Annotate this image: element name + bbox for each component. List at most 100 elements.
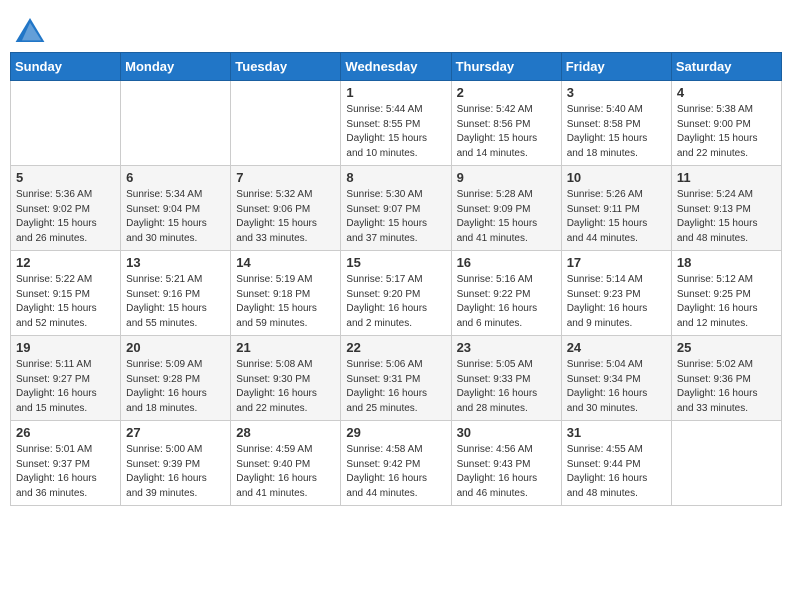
cell-content: Sunrise: 5:28 AM Sunset: 9:09 PM Dayligh… xyxy=(457,188,556,246)
day-number: 21 xyxy=(236,340,335,355)
day-number: 5 xyxy=(16,170,115,185)
calendar-week-row: 1 Sunrise: 5:44 AM Sunset: 8:55 PM Daylig… xyxy=(11,81,782,166)
calendar-cell: 6 Sunrise: 5:34 AM Sunset: 9:04 PM Daylig… xyxy=(121,166,231,251)
cell-content: Sunrise: 5:11 AM Sunset: 9:27 PM Dayligh… xyxy=(16,358,115,416)
cell-content: Sunrise: 5:17 AM Sunset: 9:20 PM Dayligh… xyxy=(346,273,445,331)
logo-icon xyxy=(14,16,46,44)
day-number: 4 xyxy=(677,85,776,100)
day-number: 20 xyxy=(126,340,225,355)
cell-content: Sunrise: 5:01 AM Sunset: 9:37 PM Dayligh… xyxy=(16,443,115,501)
cell-content: Sunrise: 5:26 AM Sunset: 9:11 PM Dayligh… xyxy=(567,188,666,246)
day-number: 28 xyxy=(236,425,335,440)
day-number: 26 xyxy=(16,425,115,440)
day-number: 1 xyxy=(346,85,445,100)
cell-content: Sunrise: 5:24 AM Sunset: 9:13 PM Dayligh… xyxy=(677,188,776,246)
cell-content: Sunrise: 5:44 AM Sunset: 8:55 PM Dayligh… xyxy=(346,103,445,161)
cell-content: Sunrise: 5:40 AM Sunset: 8:58 PM Dayligh… xyxy=(567,103,666,161)
calendar-cell: 11 Sunrise: 5:24 AM Sunset: 9:13 PM Dayli… xyxy=(671,166,781,251)
day-number: 9 xyxy=(457,170,556,185)
day-of-week-header: Monday xyxy=(121,53,231,81)
day-of-week-header: Friday xyxy=(561,53,671,81)
calendar-cell: 30 Sunrise: 4:56 AM Sunset: 9:43 PM Dayli… xyxy=(451,421,561,506)
cell-content: Sunrise: 4:55 AM Sunset: 9:44 PM Dayligh… xyxy=(567,443,666,501)
day-of-week-header: Thursday xyxy=(451,53,561,81)
cell-content: Sunrise: 5:12 AM Sunset: 9:25 PM Dayligh… xyxy=(677,273,776,331)
day-number: 27 xyxy=(126,425,225,440)
day-number: 29 xyxy=(346,425,445,440)
calendar-header-row: SundayMondayTuesdayWednesdayThursdayFrid… xyxy=(11,53,782,81)
cell-content: Sunrise: 4:56 AM Sunset: 9:43 PM Dayligh… xyxy=(457,443,556,501)
calendar-cell: 25 Sunrise: 5:02 AM Sunset: 9:36 PM Dayli… xyxy=(671,336,781,421)
day-number: 6 xyxy=(126,170,225,185)
day-number: 31 xyxy=(567,425,666,440)
calendar-cell: 31 Sunrise: 4:55 AM Sunset: 9:44 PM Dayli… xyxy=(561,421,671,506)
calendar-cell: 12 Sunrise: 5:22 AM Sunset: 9:15 PM Dayli… xyxy=(11,251,121,336)
cell-content: Sunrise: 5:30 AM Sunset: 9:07 PM Dayligh… xyxy=(346,188,445,246)
calendar-table: SundayMondayTuesdayWednesdayThursdayFrid… xyxy=(10,52,782,506)
calendar-cell xyxy=(11,81,121,166)
calendar-cell: 29Sunrise: 4:58 AM Sunset: 9:42 PM Dayli… xyxy=(341,421,451,506)
cell-content: Sunrise: 5:02 AM Sunset: 9:36 PM Dayligh… xyxy=(677,358,776,416)
day-number: 22 xyxy=(346,340,445,355)
day-number: 23 xyxy=(457,340,556,355)
calendar-week-row: 26 Sunrise: 5:01 AM Sunset: 9:37 PM Dayli… xyxy=(11,421,782,506)
day-of-week-header: Tuesday xyxy=(231,53,341,81)
calendar-cell: 14 Sunrise: 5:19 AM Sunset: 9:18 PM Dayli… xyxy=(231,251,341,336)
page-header xyxy=(10,10,782,44)
calendar-cell: 3 Sunrise: 5:40 AM Sunset: 8:58 PM Daylig… xyxy=(561,81,671,166)
calendar-cell: 13Sunrise: 5:21 AM Sunset: 9:16 PM Dayli… xyxy=(121,251,231,336)
day-number: 30 xyxy=(457,425,556,440)
day-number: 3 xyxy=(567,85,666,100)
day-number: 12 xyxy=(16,255,115,270)
day-number: 25 xyxy=(677,340,776,355)
cell-content: Sunrise: 5:22 AM Sunset: 9:15 PM Dayligh… xyxy=(16,273,115,331)
calendar-cell: 15 Sunrise: 5:17 AM Sunset: 9:20 PM Dayli… xyxy=(341,251,451,336)
day-number: 14 xyxy=(236,255,335,270)
day-number: 15 xyxy=(346,255,445,270)
day-number: 8 xyxy=(346,170,445,185)
cell-content: Sunrise: 5:14 AM Sunset: 9:23 PM Dayligh… xyxy=(567,273,666,331)
day-of-week-header: Saturday xyxy=(671,53,781,81)
calendar-cell: 20Sunrise: 5:09 AM Sunset: 9:28 PM Dayli… xyxy=(121,336,231,421)
logo xyxy=(14,16,48,44)
calendar-cell: 23 Sunrise: 5:05 AM Sunset: 9:33 PM Dayli… xyxy=(451,336,561,421)
calendar-cell: 7 Sunrise: 5:32 AM Sunset: 9:06 PM Daylig… xyxy=(231,166,341,251)
calendar-cell xyxy=(231,81,341,166)
day-number: 2 xyxy=(457,85,556,100)
calendar-cell: 19Sunrise: 5:11 AM Sunset: 9:27 PM Dayli… xyxy=(11,336,121,421)
cell-content: Sunrise: 5:05 AM Sunset: 9:33 PM Dayligh… xyxy=(457,358,556,416)
day-number: 13 xyxy=(126,255,225,270)
calendar-cell xyxy=(121,81,231,166)
day-number: 17 xyxy=(567,255,666,270)
cell-content: Sunrise: 5:34 AM Sunset: 9:04 PM Dayligh… xyxy=(126,188,225,246)
day-number: 7 xyxy=(236,170,335,185)
calendar-cell: 4Sunrise: 5:38 AM Sunset: 9:00 PM Daylig… xyxy=(671,81,781,166)
calendar-week-row: 12 Sunrise: 5:22 AM Sunset: 9:15 PM Dayli… xyxy=(11,251,782,336)
cell-content: Sunrise: 5:19 AM Sunset: 9:18 PM Dayligh… xyxy=(236,273,335,331)
calendar-cell: 21Sunrise: 5:08 AM Sunset: 9:30 PM Dayli… xyxy=(231,336,341,421)
calendar-cell: 27Sunrise: 5:00 AM Sunset: 9:39 PM Dayli… xyxy=(121,421,231,506)
cell-content: Sunrise: 5:36 AM Sunset: 9:02 PM Dayligh… xyxy=(16,188,115,246)
calendar-cell: 8 Sunrise: 5:30 AM Sunset: 9:07 PM Daylig… xyxy=(341,166,451,251)
day-number: 18 xyxy=(677,255,776,270)
cell-content: Sunrise: 5:16 AM Sunset: 9:22 PM Dayligh… xyxy=(457,273,556,331)
day-number: 11 xyxy=(677,170,776,185)
cell-content: Sunrise: 5:06 AM Sunset: 9:31 PM Dayligh… xyxy=(346,358,445,416)
calendar-cell: 26 Sunrise: 5:01 AM Sunset: 9:37 PM Dayli… xyxy=(11,421,121,506)
calendar-cell: 28Sunrise: 4:59 AM Sunset: 9:40 PM Dayli… xyxy=(231,421,341,506)
calendar-cell: 16Sunrise: 5:16 AM Sunset: 9:22 PM Dayli… xyxy=(451,251,561,336)
cell-content: Sunrise: 5:42 AM Sunset: 8:56 PM Dayligh… xyxy=(457,103,556,161)
cell-content: Sunrise: 5:32 AM Sunset: 9:06 PM Dayligh… xyxy=(236,188,335,246)
calendar-week-row: 5 Sunrise: 5:36 AM Sunset: 9:02 PM Daylig… xyxy=(11,166,782,251)
calendar-cell: 24 Sunrise: 5:04 AM Sunset: 9:34 PM Dayli… xyxy=(561,336,671,421)
calendar-cell: 10 Sunrise: 5:26 AM Sunset: 9:11 PM Dayli… xyxy=(561,166,671,251)
calendar-cell: 1 Sunrise: 5:44 AM Sunset: 8:55 PM Daylig… xyxy=(341,81,451,166)
calendar-cell: 17 Sunrise: 5:14 AM Sunset: 9:23 PM Dayli… xyxy=(561,251,671,336)
day-number: 10 xyxy=(567,170,666,185)
calendar-cell: 5 Sunrise: 5:36 AM Sunset: 9:02 PM Daylig… xyxy=(11,166,121,251)
cell-content: Sunrise: 5:04 AM Sunset: 9:34 PM Dayligh… xyxy=(567,358,666,416)
calendar-cell: 18 Sunrise: 5:12 AM Sunset: 9:25 PM Dayli… xyxy=(671,251,781,336)
day-of-week-header: Wednesday xyxy=(341,53,451,81)
calendar-cell: 9 Sunrise: 5:28 AM Sunset: 9:09 PM Daylig… xyxy=(451,166,561,251)
day-number: 24 xyxy=(567,340,666,355)
